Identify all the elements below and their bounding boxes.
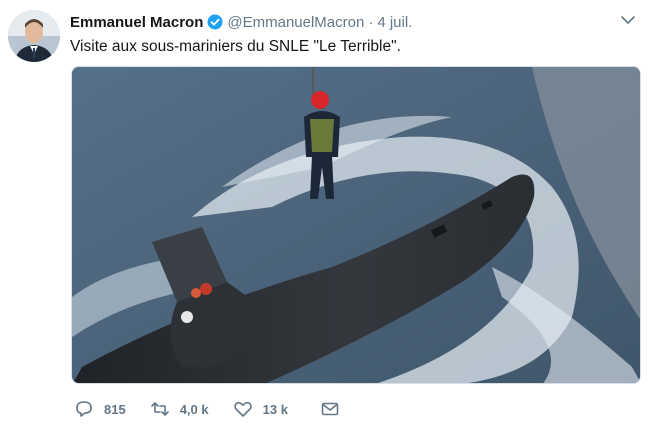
reply-button[interactable]: 815 xyxy=(74,399,126,419)
separator-dot: · xyxy=(368,13,374,31)
tweet-actions: 815 4,0 k 13 k xyxy=(74,398,374,420)
author-name[interactable]: Emmanuel Macron xyxy=(70,14,203,31)
reply-icon xyxy=(76,401,92,417)
like-icon xyxy=(233,401,252,417)
like-count: 13 k xyxy=(262,401,288,417)
tweet[interactable]: Emmanuel Macron @EmmanuelMacron · 4 juil… xyxy=(0,0,650,428)
retweet-icon xyxy=(150,402,169,416)
verified-icon xyxy=(207,14,223,30)
chevron-down-icon[interactable] xyxy=(620,12,636,28)
author-handle[interactable]: @EmmanuelMacron xyxy=(227,14,364,31)
like-button[interactable]: 13 k xyxy=(233,399,288,419)
tweet-text: Visite aux sous-mariniers du SNLE "Le Te… xyxy=(70,38,401,55)
avatar[interactable] xyxy=(8,10,60,62)
tweet-header: Emmanuel Macron @EmmanuelMacron · 4 juil… xyxy=(70,12,610,32)
reply-count: 815 xyxy=(104,401,126,417)
avatar-image xyxy=(8,10,60,62)
tweet-timestamp[interactable]: 4 juil. xyxy=(377,14,412,31)
submarine-photo xyxy=(72,67,640,383)
direct-message-button[interactable] xyxy=(320,399,350,419)
retweet-count: 4,0 k xyxy=(179,401,209,417)
retweet-button[interactable]: 4,0 k xyxy=(150,399,209,419)
tweet-photo[interactable] xyxy=(71,66,641,384)
message-icon xyxy=(321,402,339,416)
